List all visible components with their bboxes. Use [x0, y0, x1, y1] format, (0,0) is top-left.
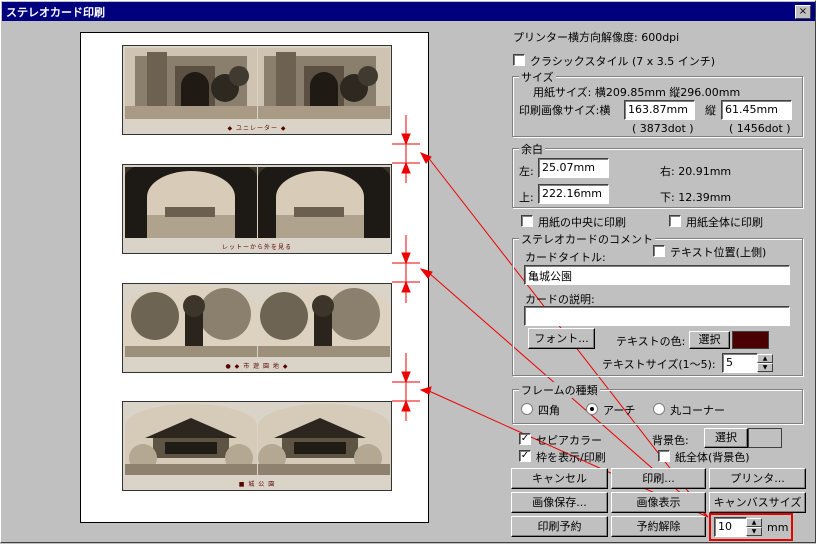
reserve-print-button[interactable]: 印刷予約 — [511, 516, 608, 537]
gap-marker-1-arrow-top — [401, 133, 411, 146]
image-width-label: 印刷画像サイズ:横 — [519, 104, 611, 117]
frame-arch-radio[interactable] — [586, 403, 598, 415]
background-color-swatch[interactable] — [748, 428, 782, 448]
card-desc-input[interactable] — [524, 306, 790, 326]
full-print-checkbox[interactable] — [669, 215, 681, 227]
spin-down-icon[interactable]: ▼ — [757, 363, 773, 372]
card-title-label: カードタイトル: — [525, 251, 606, 264]
text-size-label: テキストサイズ(1〜5): — [602, 358, 716, 371]
gap-marker-3-arrow-bottom — [401, 399, 411, 412]
card-title-input[interactable]: 亀城公園 — [524, 265, 790, 285]
sepia-label: セピアカラー — [536, 434, 602, 447]
callout-arrow-2 — [419, 268, 433, 279]
margin-group-title: 余白 — [519, 141, 545, 157]
size-group-title: サイズ — [519, 69, 556, 85]
printer-resolution: プリンター横方向解像度: 600dpi — [513, 31, 680, 44]
show-image-button[interactable]: 画像表示 — [611, 492, 706, 513]
margin-top-input[interactable]: 222.16mm — [538, 184, 609, 204]
margin-top-label: 上: — [519, 191, 534, 204]
canvas-size-button[interactable]: キャンバスサイズ — [709, 492, 806, 513]
callout-arrow-1 — [419, 152, 432, 164]
cancel-button[interactable]: キャンセル — [511, 468, 608, 489]
cancel-reserve-button[interactable]: 予約解除 — [611, 516, 706, 537]
frame-square-radio[interactable] — [521, 403, 533, 415]
printer-button[interactable]: プリンタ... — [709, 468, 806, 489]
background-select-button[interactable]: 選択 — [704, 428, 748, 448]
image-height-label: 縦 — [705, 104, 716, 117]
print-button[interactable]: 印刷... — [611, 468, 706, 489]
text-position-checkbox[interactable] — [653, 245, 665, 257]
font-button[interactable]: フォント... — [528, 328, 595, 349]
show-frame-checkbox[interactable]: ✓ — [519, 450, 531, 462]
gap-marker-3-arrow-top — [401, 371, 411, 384]
save-image-button[interactable]: 画像保存... — [511, 492, 608, 513]
gap-spinner[interactable]: ▲ ▼ — [746, 518, 762, 536]
spin-up-icon[interactable]: ▲ — [757, 354, 773, 363]
margin-left-label: 左: — [519, 165, 534, 178]
gap-spin-up-icon[interactable]: ▲ — [746, 518, 762, 527]
text-size-spinner[interactable]: ▲ ▼ — [757, 354, 773, 372]
image-height-dots: ( 1456dot ) — [729, 122, 791, 135]
frame-type-group-title: フレームの種類 — [519, 382, 600, 398]
show-frame-label: 枠を表示/印刷 — [536, 451, 606, 464]
frame-round-corner-radio[interactable] — [653, 403, 665, 415]
gap-spin-down-icon[interactable]: ▼ — [746, 527, 762, 536]
background-color-label: 背景色: — [652, 434, 689, 447]
image-height-input[interactable]: 61.45mm — [721, 100, 792, 120]
text-size-input[interactable]: 5 — [722, 353, 758, 373]
callout-arrow-3 — [419, 386, 432, 395]
center-print-checkbox[interactable] — [521, 215, 533, 227]
whole-paper-checkbox[interactable] — [658, 450, 670, 462]
text-color-swatch[interactable] — [732, 331, 769, 349]
gap-unit: mm — [767, 521, 789, 534]
whole-paper-label: 紙全体(背景色) — [675, 451, 750, 464]
margin-left-input[interactable]: 25.07mm — [538, 158, 609, 178]
classic-style-checkbox[interactable] — [513, 54, 525, 66]
margin-right-text: 右: 20.91mm — [660, 165, 732, 178]
classic-style-label: クラシックスタイル (7 x 3.5 インチ) — [530, 55, 716, 68]
gap-marker-1-arrow-bottom — [401, 161, 411, 174]
full-print-label: 用紙全体に印刷 — [686, 216, 763, 229]
card-desc-label: カードの説明: — [525, 293, 595, 306]
text-position-label: テキスト位置(上側) — [670, 246, 767, 259]
margin-bottom-text: 下: 12.39mm — [660, 191, 732, 204]
gap-marker-2-arrow-bottom — [401, 280, 411, 293]
text-color-label: テキストの色: — [616, 335, 686, 348]
gap-marker-2-arrow-top — [401, 252, 411, 265]
gap-input[interactable]: 10 — [714, 517, 747, 537]
center-print-label: 用紙の中央に印刷 — [538, 216, 626, 229]
text-color-select-button[interactable]: 選択 — [689, 331, 730, 349]
image-width-dots: ( 3873dot ) — [632, 122, 694, 135]
image-width-input[interactable]: 163.87mm — [624, 100, 695, 120]
frame-arch-label: アーチ — [603, 404, 636, 417]
frame-round-corner-label: 丸コーナー — [670, 404, 725, 417]
comment-group-title: ステレオカードのコメント — [519, 231, 655, 247]
stereo-card-print-window: ステレオカード印刷 × ◆ ユニレーター ◆ レットーから外を見る ● ◆ 市 … — [0, 0, 816, 543]
paper-size-text: 用紙サイズ: 横209.85mm 縦296.00mm — [533, 86, 741, 99]
frame-square-label: 四角 — [538, 404, 560, 417]
sepia-checkbox[interactable]: ✓ — [519, 433, 531, 445]
